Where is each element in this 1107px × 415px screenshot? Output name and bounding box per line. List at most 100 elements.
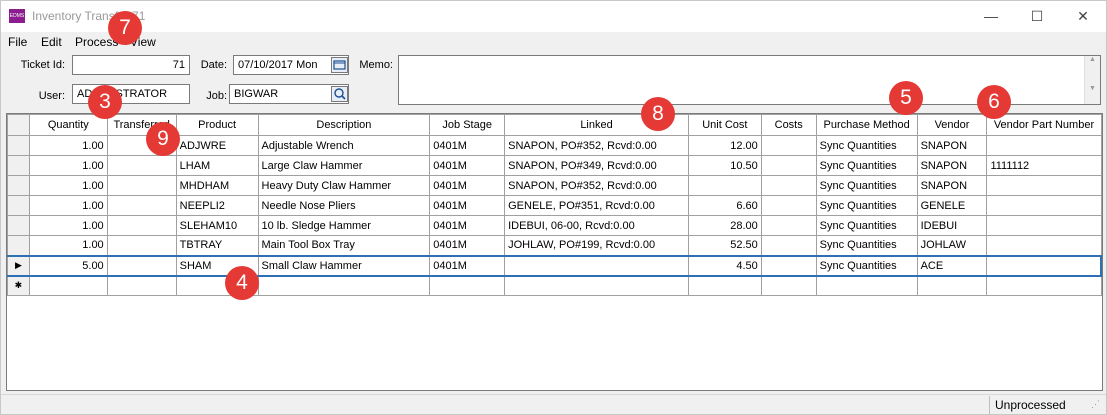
cell-vendor-part-number[interactable] — [986, 135, 1102, 156]
cell-purchase-method[interactable]: Sync Quantities — [815, 254, 918, 277]
cell-job-stage[interactable]: 0401M — [429, 155, 506, 176]
cell-description[interactable]: Needle Nose Pliers — [257, 195, 431, 216]
cell-unit-cost[interactable]: 6.60 — [687, 195, 762, 216]
cell-costs[interactable] — [760, 235, 817, 256]
cell-vendor[interactable]: IDEBUI — [916, 215, 988, 236]
transfer-grid[interactable]: Quantity Transferred Product Description… — [6, 113, 1103, 391]
new-row[interactable]: ✱ — [7, 275, 1102, 296]
column-header-vendor[interactable]: Vendor — [916, 114, 988, 136]
cell-quantity[interactable]: 1.00 — [28, 235, 108, 256]
cell-quantity[interactable]: 1.00 — [28, 195, 108, 216]
table-row[interactable]: 1.00 NEEPLI2 Needle Nose Pliers 0401M GENELE… — [7, 195, 1102, 216]
cell-vendor[interactable]: SNAPON — [916, 135, 988, 156]
cell-transferred[interactable] — [106, 215, 177, 236]
column-header-vendor-part-number[interactable]: Vendor Part Number — [986, 114, 1102, 136]
cell-vendor-part-number[interactable]: 1111112 — [986, 155, 1102, 176]
menu-edit[interactable]: Edit — [41, 35, 62, 49]
cell-linked[interactable]: JOHLAW, PO#199, Rcvd:0.00 — [504, 235, 689, 256]
column-header-purchase-method[interactable]: Purchase Method — [815, 114, 918, 136]
cell-transferred[interactable] — [106, 254, 177, 277]
ticket-id-field[interactable]: 71 — [72, 55, 190, 75]
cell-job-stage[interactable]: 0401M — [429, 235, 506, 256]
cell-quantity[interactable]: 5.00 — [28, 254, 108, 277]
cell-unit-cost[interactable]: 12.00 — [687, 135, 762, 156]
cell-vendor-part-number[interactable] — [986, 195, 1102, 216]
table-row[interactable]: 1.00 MHDHAM Heavy Duty Claw Hammer 0401M SNA… — [7, 175, 1102, 196]
column-header-unit-cost[interactable]: Unit Cost — [687, 114, 762, 136]
cell-unit-cost[interactable] — [687, 175, 762, 196]
cell-unit-cost[interactable] — [687, 275, 762, 296]
menu-file[interactable]: File — [8, 35, 27, 49]
cell-quantity[interactable]: 1.00 — [28, 135, 108, 156]
memo-scrollbar[interactable]: ▲ ▼ — [1084, 56, 1100, 104]
cell-vendor[interactable]: GENELE — [916, 195, 988, 216]
cell-transferred[interactable] — [106, 175, 177, 196]
cell-linked[interactable]: IDEBUI, 06-00, Rcvd:0.00 — [504, 215, 689, 236]
cell-vendor[interactable] — [916, 275, 988, 296]
column-header-product[interactable]: Product — [175, 114, 259, 136]
cell-unit-cost[interactable]: 28.00 — [687, 215, 762, 236]
table-row[interactable]: ▶ 5.00 SHAM Small Claw Hammer 0401M 4.50 Sync … — [7, 254, 1102, 277]
cell-costs[interactable] — [760, 195, 817, 216]
cell-vendor-part-number[interactable] — [986, 175, 1102, 196]
cell-job-stage[interactable] — [429, 275, 506, 296]
cell-product[interactable]: ADJWRE — [175, 135, 259, 156]
cell-vendor-part-number[interactable] — [986, 275, 1102, 296]
cell-linked[interactable]: SNAPON, PO#349, Rcvd:0.00 — [504, 155, 689, 176]
row-header[interactable] — [7, 175, 30, 196]
cell-vendor-part-number[interactable] — [986, 215, 1102, 236]
cell-purchase-method[interactable]: Sync Quantities — [815, 235, 918, 256]
table-row[interactable]: 1.00 SLEHAM10 10 lb. Sledge Hammer 0401M IDE… — [7, 215, 1102, 236]
cell-description[interactable]: 10 lb. Sledge Hammer — [257, 215, 431, 236]
cell-vendor[interactable]: SNAPON — [916, 175, 988, 196]
cell-linked[interactable]: SNAPON, PO#352, Rcvd:0.00 — [504, 175, 689, 196]
cell-purchase-method[interactable]: Sync Quantities — [815, 215, 918, 236]
cell-transferred[interactable] — [106, 235, 177, 256]
cell-quantity[interactable] — [28, 275, 108, 296]
row-header[interactable]: ✱ — [7, 275, 30, 296]
cell-unit-cost[interactable]: 52.50 — [687, 235, 762, 256]
job-lookup-button[interactable] — [331, 86, 348, 102]
cell-purchase-method[interactable]: Sync Quantities — [815, 135, 918, 156]
cell-vendor[interactable]: JOHLAW — [916, 235, 988, 256]
minimize-button[interactable]: — — [968, 1, 1014, 32]
row-header[interactable] — [7, 135, 30, 156]
cell-costs[interactable] — [760, 135, 817, 156]
resize-grip-icon[interactable]: ⋰ — [1091, 399, 1103, 411]
cell-quantity[interactable]: 1.00 — [28, 175, 108, 196]
cell-purchase-method[interactable] — [815, 275, 918, 296]
cell-description[interactable]: Heavy Duty Claw Hammer — [257, 175, 431, 196]
cell-quantity[interactable]: 1.00 — [28, 215, 108, 236]
row-header[interactable]: ▶ — [7, 254, 30, 277]
title-bar[interactable]: EDMS Inventory Transfer 71 — ☐ ✕ — [1, 1, 1106, 32]
cell-unit-cost[interactable]: 4.50 — [687, 254, 762, 277]
cell-costs[interactable] — [760, 254, 817, 277]
cell-transferred[interactable] — [106, 275, 177, 296]
cell-costs[interactable] — [760, 215, 817, 236]
calendar-button[interactable] — [331, 57, 348, 73]
cell-transferred[interactable] — [106, 195, 177, 216]
cell-costs[interactable] — [760, 155, 817, 176]
column-header-description[interactable]: Description — [257, 114, 431, 136]
row-header[interactable] — [7, 195, 30, 216]
close-button[interactable]: ✕ — [1060, 1, 1106, 32]
cell-description[interactable]: Small Claw Hammer — [257, 254, 431, 277]
cell-vendor-part-number[interactable] — [986, 254, 1102, 277]
column-header-costs[interactable]: Costs — [760, 114, 817, 136]
cell-description[interactable]: Adjustable Wrench — [257, 135, 431, 156]
cell-vendor-part-number[interactable] — [986, 235, 1102, 256]
cell-product[interactable]: NEEPLI2 — [175, 195, 259, 216]
column-header-job-stage[interactable]: Job Stage — [429, 114, 506, 136]
row-header[interactable] — [7, 155, 30, 176]
cell-transferred[interactable] — [106, 155, 177, 176]
cell-linked[interactable]: SNAPON, PO#352, Rcvd:0.00 — [504, 135, 689, 156]
column-header-quantity[interactable]: Quantity — [28, 114, 108, 136]
cell-linked[interactable] — [504, 254, 689, 277]
cell-purchase-method[interactable]: Sync Quantities — [815, 195, 918, 216]
cell-quantity[interactable]: 1.00 — [28, 155, 108, 176]
cell-product[interactable]: MHDHAM — [175, 175, 259, 196]
cell-description[interactable]: Main Tool Box Tray — [257, 235, 431, 256]
cell-vendor[interactable]: ACE — [916, 254, 988, 277]
row-header[interactable] — [7, 235, 30, 256]
cell-job-stage[interactable]: 0401M — [429, 254, 506, 277]
